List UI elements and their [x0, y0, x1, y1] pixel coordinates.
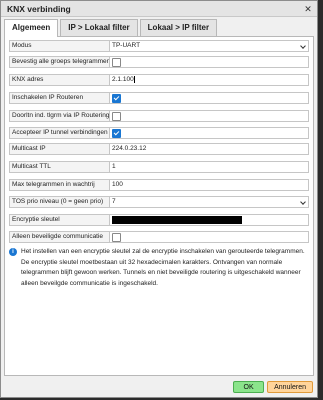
- multicast-ttl-label: Multicast TTL: [9, 161, 110, 173]
- tunnel-label: Accepteer IP tunnel verbindingen: [9, 127, 110, 139]
- row-encryptie: Encryptie sleutel: [9, 214, 309, 226]
- knx-connection-dialog: KNX verbinding ✕ Algemeen IP > Lokaal fi…: [0, 0, 318, 398]
- tab-ip-lokaal-filter[interactable]: IP > Lokaal filter: [60, 19, 138, 36]
- dialog-titlebar: KNX verbinding ✕: [1, 1, 317, 17]
- knx-adres-label: KNX adres: [9, 74, 110, 86]
- info-message: i Het instellen van een encryptie sleute…: [9, 247, 309, 289]
- alleen-beveiligd-checkbox[interactable]: [112, 233, 121, 242]
- settings-panel: Modus TP-UART Bevestig alle groeps teleg…: [4, 36, 314, 376]
- doorltn-cell: [110, 110, 309, 122]
- max-telegrammen-label: Max telegrammen in wachtrij: [9, 179, 110, 191]
- multicast-ttl-input[interactable]: 1: [110, 161, 309, 173]
- tunnel-checkbox[interactable]: [112, 129, 121, 138]
- tab-algemeen[interactable]: Algemeen: [4, 19, 59, 37]
- text-caret: [133, 76, 135, 83]
- multicast-ttl-value: 1: [112, 163, 116, 170]
- row-modus: Modus TP-UART: [9, 40, 309, 52]
- knx-adres-input[interactable]: 2.1.100: [110, 74, 309, 86]
- info-icon: i: [9, 248, 17, 256]
- modus-label: Modus: [9, 40, 110, 52]
- max-telegrammen-input[interactable]: 100: [110, 179, 309, 191]
- tos-value: 7: [112, 198, 116, 205]
- row-ip-routeren: Inschakelen IP Routeren: [9, 92, 309, 104]
- row-doorltn: Doorltn ind. tlgrm via IP Routering: [9, 110, 309, 122]
- row-bevestig: Bevestig alle groeps telegrammen: [9, 56, 309, 68]
- ip-routeren-checkbox[interactable]: [112, 94, 121, 103]
- bevestig-checkbox[interactable]: [112, 58, 121, 67]
- row-tunnel: Accepteer IP tunnel verbindingen: [9, 127, 309, 139]
- row-tos: TOS prio niveau (0 = geen prio) 7: [9, 196, 309, 208]
- ip-routeren-cell: [110, 92, 309, 104]
- max-telegrammen-value: 100: [112, 181, 123, 188]
- knx-adres-value: 2.1.100: [112, 76, 134, 83]
- modus-value: TP-UART: [112, 42, 141, 49]
- multicast-ip-value: 224.0.23.12: [112, 145, 147, 152]
- encryptie-label: Encryptie sleutel: [9, 214, 110, 226]
- cancel-button[interactable]: Annuleren: [267, 381, 313, 393]
- tos-select[interactable]: 7: [110, 196, 309, 208]
- bevestig-label: Bevestig alle groeps telegrammen: [9, 56, 110, 68]
- dialog-footer: OK Annuleren: [230, 381, 313, 393]
- doorltn-checkbox[interactable]: [112, 112, 121, 121]
- tos-label: TOS prio niveau (0 = geen prio): [9, 196, 110, 208]
- multicast-ip-label: Multicast IP: [9, 143, 110, 155]
- ip-routeren-label: Inschakelen IP Routeren: [9, 92, 110, 104]
- tunnel-cell: [110, 127, 309, 139]
- doorltn-label: Doorltn ind. tlgrm via IP Routering: [9, 110, 110, 122]
- modus-select[interactable]: TP-UART: [110, 40, 309, 52]
- multicast-ip-input[interactable]: 224.0.23.12: [110, 143, 309, 155]
- tab-lokaal-ip-filter[interactable]: Lokaal > IP filter: [139, 19, 218, 36]
- row-knx-adres: KNX adres 2.1.100: [9, 74, 309, 86]
- info-text: Het instellen van een encryptie sleutel …: [21, 248, 305, 287]
- alleen-beveiligd-label: Alleen beveiligde communicatie: [9, 231, 110, 243]
- tab-bar: Algemeen IP > Lokaal filter Lokaal > IP …: [4, 19, 219, 37]
- row-multicast-ttl: Multicast TTL 1: [9, 161, 309, 173]
- dialog-title: KNX verbinding: [7, 3, 71, 14]
- row-multicast-ip: Multicast IP 224.0.23.12: [9, 143, 309, 155]
- close-icon[interactable]: ✕: [303, 4, 313, 14]
- encryptie-input[interactable]: [110, 214, 309, 226]
- bevestig-cell: [110, 56, 309, 68]
- row-alleen-beveiligd: Alleen beveiligde communicatie: [9, 231, 309, 243]
- encryptie-masked-value: [112, 216, 242, 224]
- alleen-beveiligd-cell: [110, 231, 309, 243]
- ok-button[interactable]: OK: [233, 381, 265, 393]
- row-max-telegrammen: Max telegrammen in wachtrij 100: [9, 179, 309, 191]
